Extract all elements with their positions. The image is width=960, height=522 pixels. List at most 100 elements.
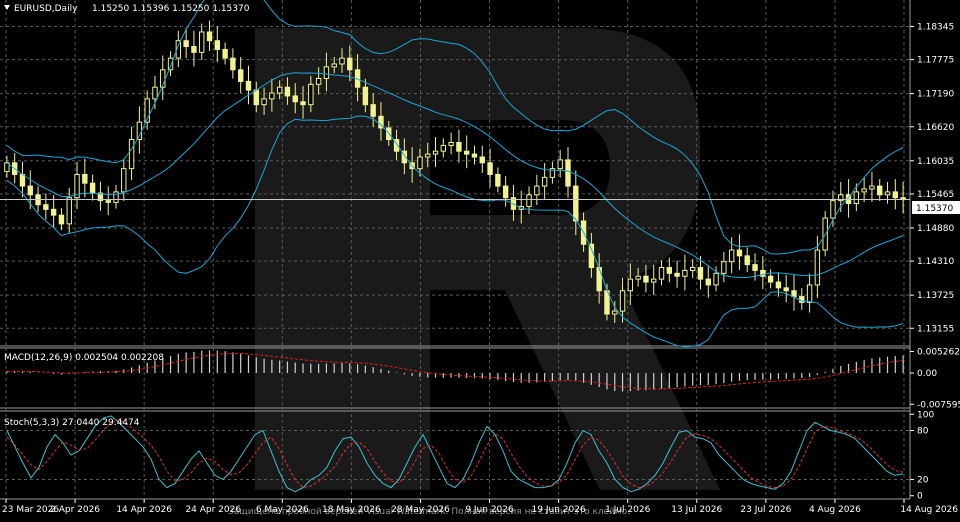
candle-bear bbox=[230, 57, 236, 71]
candle-bull bbox=[448, 141, 454, 146]
candle-bear bbox=[502, 185, 509, 199]
candle-bear bbox=[752, 264, 758, 271]
candle-bear bbox=[674, 272, 680, 277]
candle-bull bbox=[728, 249, 735, 263]
ohlc-header: 1.15250 1.15396 1.15250 1.15370 bbox=[92, 4, 250, 14]
candle-bull bbox=[619, 290, 626, 312]
stoch-tick-label: 20 bbox=[917, 475, 929, 485]
candle-bear bbox=[791, 290, 797, 298]
price-tick-label: 1.13155 bbox=[917, 324, 954, 334]
candle-bull bbox=[658, 266, 665, 280]
candle-bear bbox=[495, 173, 501, 187]
candle-bear bbox=[191, 46, 197, 53]
candle-bear bbox=[767, 275, 774, 283]
candle-bear bbox=[245, 80, 252, 91]
candle-bear bbox=[705, 278, 711, 286]
candle-bear bbox=[697, 266, 704, 280]
candle-bear bbox=[284, 86, 291, 97]
candle-bull bbox=[66, 197, 72, 225]
candle-bear bbox=[237, 69, 244, 82]
macd-tick-label: 0.00 bbox=[917, 369, 937, 379]
candle-bull bbox=[152, 86, 158, 100]
price-tick-label: 1.17775 bbox=[917, 56, 954, 66]
candle-bull bbox=[269, 92, 275, 100]
candle-bull bbox=[814, 249, 821, 286]
candle-bull bbox=[339, 57, 345, 65]
candle-bull bbox=[113, 191, 119, 203]
candle-bull bbox=[721, 261, 727, 274]
date-tick-label: 13 Jul 2026 bbox=[671, 505, 722, 515]
price-tick-label: 1.18345 bbox=[917, 22, 954, 32]
date-tick-label: 2 Apr 2026 bbox=[50, 505, 100, 515]
candle-bear bbox=[471, 153, 478, 158]
candle-bull bbox=[167, 57, 174, 71]
candle-bull bbox=[440, 144, 447, 152]
candle-bull bbox=[861, 188, 867, 193]
candle-bull bbox=[276, 86, 283, 94]
candle-bear bbox=[736, 249, 743, 257]
candle-bear bbox=[19, 173, 26, 187]
candle-bear bbox=[573, 185, 579, 222]
candle-bull bbox=[136, 121, 143, 141]
candle-bull bbox=[432, 150, 439, 155]
candle-bear bbox=[347, 57, 353, 71]
candle-bull bbox=[635, 275, 641, 280]
candle-bull bbox=[806, 284, 813, 303]
candle-bull bbox=[651, 278, 657, 283]
forex-chart[interactable]: 1.18345 1.17775 1.17190 1.16620 1.16035 1.154… bbox=[0, 0, 960, 522]
candle-bear bbox=[27, 185, 33, 196]
candle-bear bbox=[214, 40, 221, 50]
candle-bull bbox=[830, 200, 836, 219]
candle-bear bbox=[775, 281, 782, 289]
candle-bear bbox=[206, 31, 213, 42]
price-tick-label: 1.17190 bbox=[917, 90, 954, 100]
candle-bear bbox=[292, 95, 298, 103]
candle-bear bbox=[253, 89, 259, 106]
price-tick-label: 1.14880 bbox=[917, 224, 954, 234]
candle-bull bbox=[534, 185, 540, 196]
candle-bear bbox=[50, 208, 57, 216]
candle-bear bbox=[456, 141, 462, 152]
symbol-header: EURUSD,Daily bbox=[14, 4, 78, 14]
candle-bear bbox=[370, 104, 376, 117]
candle-bull bbox=[557, 159, 563, 170]
price-tick-label: 1.14310 bbox=[917, 257, 954, 267]
candle-bull bbox=[308, 83, 314, 106]
candle-bull bbox=[884, 191, 891, 196]
price-tick-label: 1.13725 bbox=[917, 291, 954, 301]
candle-bear bbox=[565, 159, 571, 187]
macd-tick-label: -0.007595 bbox=[917, 400, 960, 410]
stoch-tick-label: 80 bbox=[917, 427, 929, 437]
candle-bear bbox=[105, 200, 111, 203]
candle-bear bbox=[479, 156, 485, 164]
candle-bull bbox=[869, 185, 875, 190]
candle-bull bbox=[261, 98, 267, 106]
macd-label: MACD(12,26,9) 0.002504 0.002208 bbox=[4, 353, 164, 363]
stoch-tick-label: 0 bbox=[917, 492, 923, 502]
candle-bear bbox=[89, 182, 96, 194]
candle-bear bbox=[487, 162, 493, 175]
date-tick-label: 4 Aug 2026 bbox=[809, 505, 861, 515]
candle-bull bbox=[713, 272, 719, 286]
candle-bull bbox=[526, 194, 532, 207]
price-tick-label: 1.16620 bbox=[917, 123, 954, 133]
current-price-tag: 1.15370 bbox=[916, 204, 953, 214]
stoch-tick-label: 100 bbox=[917, 410, 934, 420]
candle-bear bbox=[183, 40, 189, 48]
candle-bear bbox=[362, 86, 369, 106]
candle-bull bbox=[315, 78, 322, 85]
candle-bull bbox=[689, 266, 696, 271]
macd-tick-label: 0.005262 bbox=[917, 347, 960, 357]
candle-bear bbox=[744, 255, 750, 266]
candle-bear bbox=[58, 214, 65, 225]
candle-bull bbox=[425, 153, 431, 158]
candle-bull bbox=[199, 31, 205, 53]
candle-bear bbox=[43, 204, 49, 210]
candle-bull bbox=[331, 63, 337, 68]
candle-bear bbox=[463, 150, 470, 155]
candle-bear bbox=[222, 48, 228, 59]
candle-bull bbox=[612, 310, 618, 315]
watermark-caption: Защищено пробной версией Visual Watermar… bbox=[228, 507, 630, 517]
date-tick-label: 23 Jul 2026 bbox=[740, 505, 791, 515]
candle-bear bbox=[588, 243, 595, 268]
